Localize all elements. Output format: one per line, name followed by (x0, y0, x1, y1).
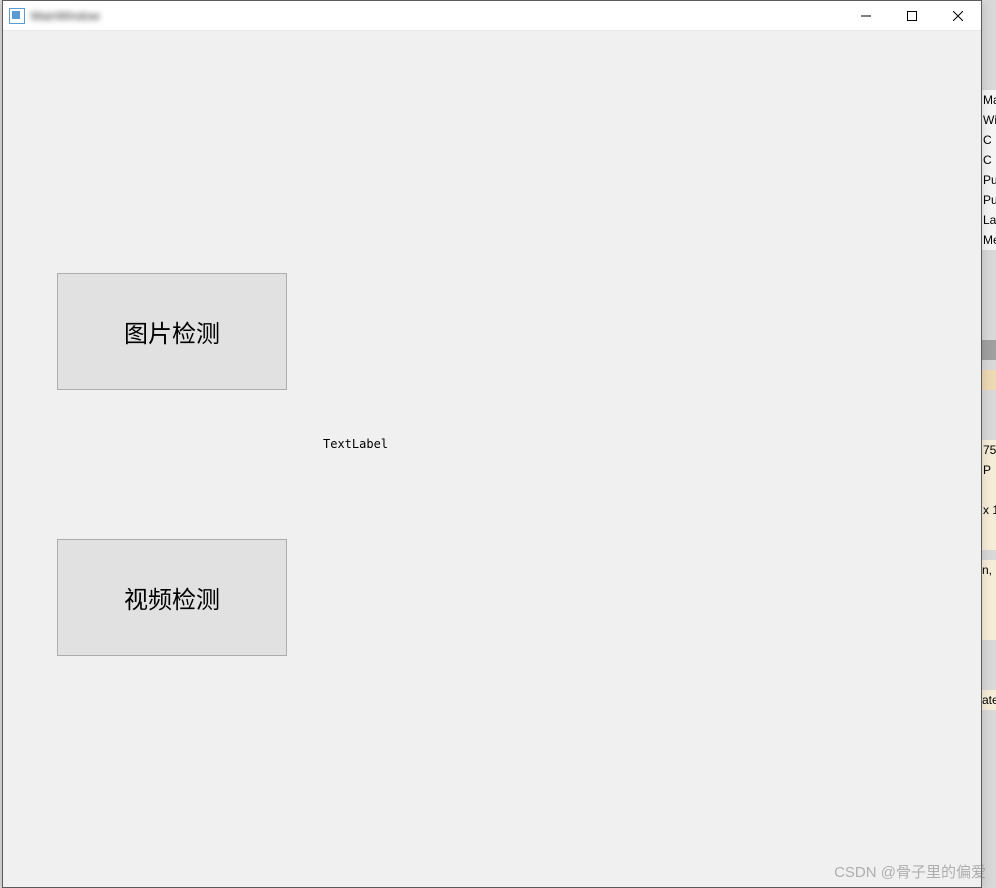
background-panel-props: 75 P x 1 (982, 440, 996, 550)
bg-item: Me (982, 230, 996, 250)
bg-item: C (982, 130, 996, 150)
bg-item: P (982, 460, 996, 480)
bg-item: Pu (982, 190, 996, 210)
background-panel-props3: ate (982, 690, 996, 710)
bg-item: Wi (982, 110, 996, 130)
maximize-button[interactable] (889, 1, 935, 30)
bg-item: 75 (982, 440, 996, 460)
bg-item: Pu (982, 170, 996, 190)
maximize-icon (907, 11, 917, 21)
bg-item: C (982, 150, 996, 170)
background-panel-object-list: Ma Wi C C Pu Pu La Me (982, 90, 996, 250)
titlebar[interactable]: MainWindow (3, 1, 981, 31)
app-icon (9, 8, 25, 24)
close-button[interactable] (935, 1, 981, 30)
bg-item: ate (982, 690, 996, 710)
text-label: TextLabel (323, 437, 388, 451)
image-detect-button[interactable]: 图片检测 (57, 273, 287, 390)
background-panel-props2: n, (982, 560, 996, 640)
window-controls (843, 1, 981, 30)
background-panel-divider (982, 340, 996, 360)
minimize-button[interactable] (843, 1, 889, 30)
background-panel-row (982, 370, 996, 390)
titlebar-left: MainWindow (9, 8, 100, 24)
bg-item: La (982, 210, 996, 230)
window-title: MainWindow (31, 9, 100, 23)
bg-item: Ma (982, 90, 996, 110)
bg-item: n, (982, 560, 996, 580)
bg-item: x 1 (982, 500, 996, 520)
close-icon (953, 11, 963, 21)
main-window: MainWindow 图片检测 视频检测 TextLabel (2, 0, 982, 888)
minimize-icon (861, 11, 871, 21)
client-area: 图片检测 视频检测 TextLabel (3, 31, 981, 887)
bg-item (982, 480, 996, 500)
video-detect-button[interactable]: 视频检测 (57, 539, 287, 656)
